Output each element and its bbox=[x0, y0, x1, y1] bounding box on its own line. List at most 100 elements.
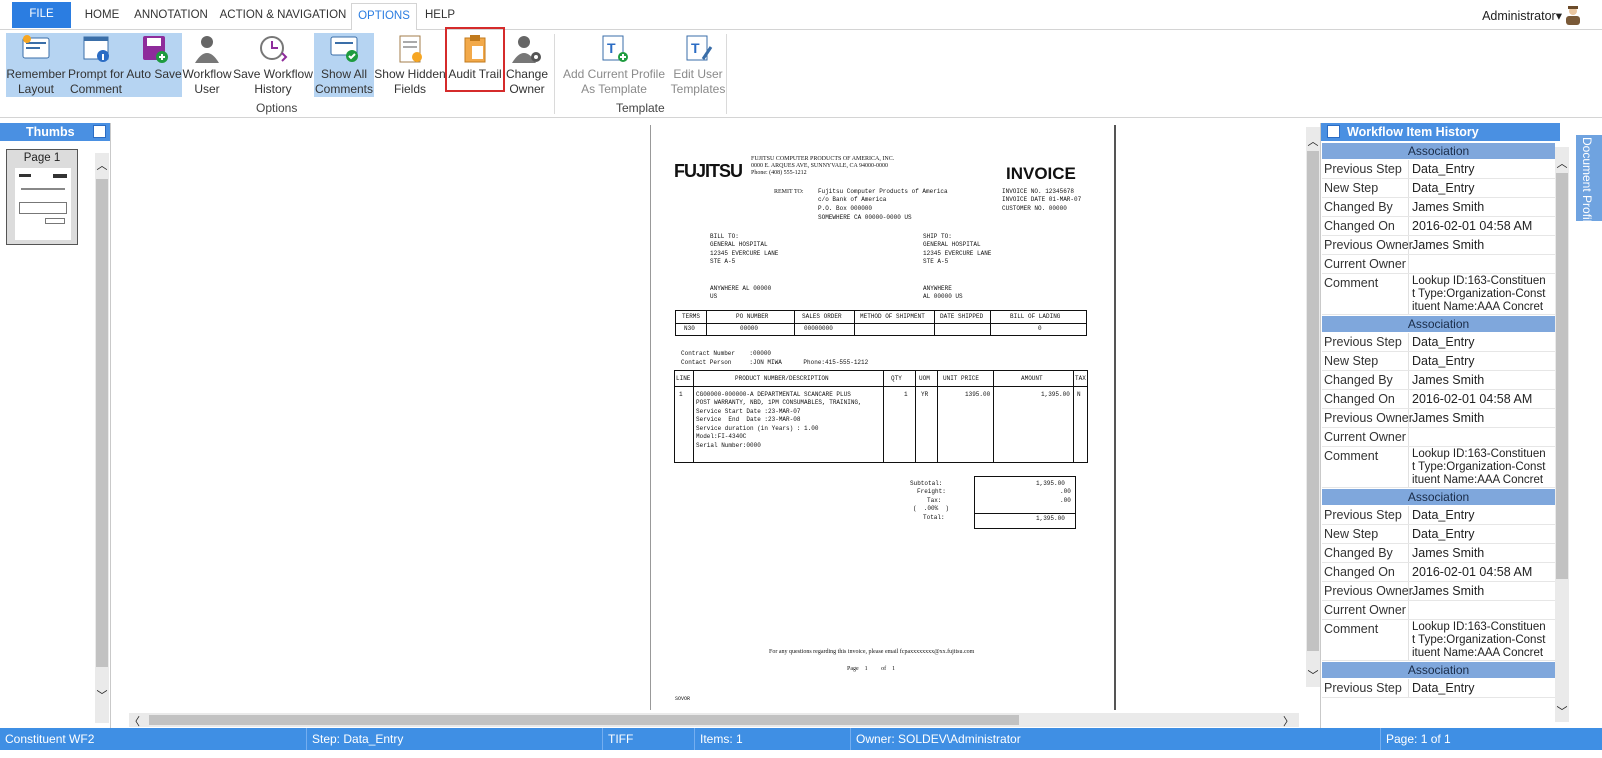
history-field-value: Data_Entry bbox=[1408, 160, 1555, 178]
history-field-value: Data_Entry bbox=[1408, 525, 1555, 543]
show-all-comments-button[interactable]: Show All Comments bbox=[314, 33, 374, 97]
history-row-changed-on: Changed On 2016-02-01 04:58 AM bbox=[1322, 563, 1555, 582]
edit-user-templates-button[interactable]: T Edit User Templates bbox=[666, 33, 730, 97]
workflow-user-button[interactable]: Workflow User bbox=[182, 33, 232, 97]
remember-layout-button[interactable]: Remember Layout bbox=[6, 33, 66, 97]
history-field-label: Changed By bbox=[1324, 373, 1393, 387]
terms-value: N30 bbox=[684, 325, 695, 332]
line-description: Service End Date :23-MAR-08 bbox=[696, 416, 801, 423]
terms-header: BILL OF LADING bbox=[1010, 313, 1061, 320]
ribbon-separator bbox=[554, 34, 555, 114]
line-uom: YR bbox=[921, 391, 929, 398]
contact-line: Contact Person :JON MIWA Phone:415-555-1… bbox=[681, 359, 869, 366]
history-comment-line: Lookup ID:163-Constituen bbox=[1412, 448, 1546, 460]
svg-text:T: T bbox=[607, 40, 616, 56]
history-comment-line: Lookup ID:163-Constituen bbox=[1412, 621, 1546, 633]
terms-value: 00000 bbox=[740, 325, 759, 332]
history-field-label: Comment bbox=[1324, 276, 1379, 290]
change-owner-button[interactable]: Change Owner bbox=[504, 33, 550, 97]
ship-to: GENERAL HOSPITAL bbox=[923, 241, 981, 248]
scroll-down-icon[interactable]: ﹀ bbox=[95, 687, 109, 702]
thumbs-scrollbar[interactable]: ︿ ﹀ bbox=[95, 153, 109, 723]
user-menu[interactable]: Administrator▾ bbox=[1482, 8, 1562, 23]
history-field-value: 2016-02-01 04:58 AM bbox=[1408, 563, 1555, 581]
history-scrollbar[interactable]: ︿ ﹀ bbox=[1555, 147, 1569, 722]
tab-help[interactable]: HELP bbox=[420, 3, 460, 30]
history-comment-line: t Type:Organization-Const bbox=[1412, 288, 1546, 300]
viewer-vertical-scrollbar[interactable]: ︿ ﹀ bbox=[1306, 127, 1320, 687]
show-hidden-fields-button[interactable]: Show Hidden Fields bbox=[374, 33, 446, 97]
workflow-history-list[interactable]: Association Previous Step Data_Entry New St… bbox=[1322, 143, 1555, 728]
terms-header: DATE SHIPPED bbox=[940, 313, 984, 320]
history-field-label: Changed By bbox=[1324, 546, 1393, 560]
history-pin-icon[interactable] bbox=[1327, 125, 1340, 138]
history-row-current-owner: Current Owner bbox=[1322, 428, 1555, 447]
add-current-profile-button[interactable]: T Add Current Profile As Template bbox=[560, 33, 668, 97]
save-workflow-history-label-2: History bbox=[254, 82, 292, 96]
status-items: Items: 1 bbox=[694, 728, 850, 750]
thumbnail-page-1[interactable]: Page 1 bbox=[6, 149, 78, 245]
viewer-scroll-up-icon[interactable]: ︿ bbox=[1306, 133, 1320, 149]
history-field-value: James Smith bbox=[1408, 371, 1555, 389]
workflow-history-panel: Workflow Item History Association Previou… bbox=[1320, 123, 1569, 728]
user-avatar-icon[interactable] bbox=[1562, 4, 1584, 26]
prompt-for-comment-button[interactable]: Prompt for Comment bbox=[66, 33, 126, 97]
auto-save-button[interactable]: Auto Save bbox=[126, 33, 182, 97]
pin-icon[interactable] bbox=[93, 125, 106, 138]
tab-action-navigation[interactable]: ACTION & NAVIGATION bbox=[216, 3, 350, 30]
history-field-value: Data_Entry bbox=[1408, 352, 1555, 370]
bill-to: ANYWHERE AL 00000 bbox=[710, 285, 772, 292]
scroll-right-icon[interactable]: 〉 bbox=[1283, 713, 1294, 729]
line-number: 1 bbox=[679, 391, 683, 398]
totals-value: .00 bbox=[1060, 497, 1071, 504]
viewer-scroll-down-icon[interactable]: ﹀ bbox=[1306, 667, 1320, 683]
viewer-scroll-thumb[interactable] bbox=[1307, 151, 1319, 651]
history-field-label: Changed On bbox=[1324, 392, 1395, 406]
totals-label: Subtotal: bbox=[910, 480, 943, 487]
tab-file[interactable]: FILE bbox=[12, 2, 71, 28]
change-owner-icon bbox=[512, 36, 541, 63]
add-profile-label-1: Add Current Profile bbox=[562, 67, 666, 81]
invoice-page: FUJITSU FUJITSU COMPUTER PRODUCTS OF AME… bbox=[650, 125, 1116, 710]
thumbnail-image bbox=[15, 168, 71, 240]
terms-header: SALES ORDER bbox=[802, 313, 842, 320]
document-profile-tab[interactable]: Document Profile bbox=[1576, 135, 1602, 229]
tab-home[interactable]: HOME bbox=[78, 3, 126, 30]
history-field-label: Changed By bbox=[1324, 200, 1393, 214]
history-row-changed-by: Changed By James Smith bbox=[1322, 371, 1555, 390]
tab-options[interactable]: OPTIONS bbox=[351, 3, 417, 31]
viewer-horizontal-scrollbar[interactable]: 〈 〉 bbox=[129, 713, 1299, 729]
line-description: Serial Number:0000 bbox=[696, 442, 761, 449]
viewer-hscroll-thumb[interactable] bbox=[149, 715, 1019, 725]
history-scroll-down-icon[interactable]: ﹀ bbox=[1555, 703, 1569, 719]
terms-header: TERMS bbox=[682, 313, 701, 320]
history-row-current-owner: Current Owner bbox=[1322, 255, 1555, 274]
line-header: UOM bbox=[919, 375, 930, 382]
history-field-value bbox=[1408, 428, 1555, 446]
line-description: POST WARRANTY, NBD, 1PM CONSUMABLES, TRA… bbox=[696, 399, 862, 406]
history-field-label: Previous Owner bbox=[1324, 238, 1413, 252]
remit-line: Fujitsu Computer Products of America bbox=[818, 188, 948, 195]
line-qty: 1 bbox=[904, 391, 908, 398]
history-field-value: Data_Entry bbox=[1408, 333, 1555, 351]
totals-label: Freight: bbox=[917, 488, 946, 495]
tab-annotation[interactable]: ANNOTATION bbox=[130, 3, 212, 30]
history-row-comment: Comment Lookup ID:163-Constituen t Type:Or… bbox=[1322, 274, 1555, 315]
save-workflow-history-button[interactable]: Save Workflow History bbox=[232, 33, 314, 97]
history-row-previous-step: Previous Step Data_Entry bbox=[1322, 679, 1555, 698]
history-field-label: Previous Step bbox=[1324, 335, 1402, 349]
history-field-value: James Smith bbox=[1408, 236, 1555, 254]
thumbs-scroll-thumb[interactable] bbox=[96, 179, 108, 667]
invoice-meta: INVOICE NO. 12345678 bbox=[1002, 188, 1075, 195]
group-template-label: Template bbox=[616, 101, 665, 115]
history-scroll-thumb[interactable] bbox=[1556, 173, 1568, 579]
scroll-left-icon[interactable]: 〈 bbox=[129, 713, 140, 729]
remember-layout-icon bbox=[22, 35, 50, 59]
history-field-value: Data_Entry bbox=[1408, 179, 1555, 197]
invoice-meta: INVOICE DATE 01-MAR-07 bbox=[1002, 196, 1082, 203]
history-comment-line: ituent Name:AAA Concret bbox=[1412, 647, 1544, 659]
history-comment-line: ituent Name:AAA Concret bbox=[1412, 301, 1544, 313]
history-field-label: Comment bbox=[1324, 449, 1379, 463]
history-scroll-up-icon[interactable]: ︿ bbox=[1555, 155, 1569, 171]
scroll-up-icon[interactable]: ︿ bbox=[95, 157, 109, 172]
